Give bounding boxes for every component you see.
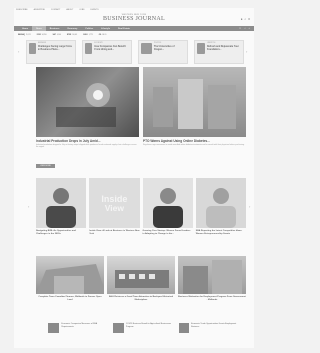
utility-item[interactable]: EVENTS	[91, 9, 99, 11]
chevron-right-icon[interactable]: ›	[249, 204, 250, 209]
strip-card[interactable]: BUSINESS Challenges Facing Large Firms in…	[26, 40, 76, 64]
ticker-item: NASDAQ 15,121	[18, 34, 31, 36]
featured-title[interactable]: PTO Warns Against Using Online Diabetes.…	[143, 139, 246, 143]
strip-thumbnail	[197, 43, 205, 54]
small-caption: Economic Companion Measures of SBA Requi…	[61, 323, 97, 328]
featured-image	[143, 67, 246, 137]
featured-image	[36, 67, 139, 137]
chevron-left-icon[interactable]: ‹	[18, 49, 19, 54]
ticker-item: GOLD 1,773	[83, 34, 93, 36]
user-icon[interactable]: ☺	[239, 27, 242, 30]
carousel-card[interactable]: SBA Reporting the Latest Competitive Ide…	[195, 178, 246, 248]
small-caption: Economic Trade Opportunities Grants Empl…	[191, 323, 237, 328]
story-image	[107, 256, 175, 294]
person-photo	[195, 178, 246, 228]
search-icon[interactable]: ⌕	[249, 27, 250, 30]
story-caption: Complete Town Canadian Finance, Midlands…	[38, 296, 102, 301]
strip-title: How Companies Can Benefit From Hiring an…	[94, 45, 126, 51]
market-ticker: NASDAQ 15,121 DOW 34,290 S&P 4,566 NYSE 16,0…	[14, 33, 254, 37]
featured-article[interactable]: Industrial Production Drops in July Amid…	[36, 67, 139, 157]
featured-title[interactable]: Industrial Production Drops in July Amid…	[36, 139, 139, 143]
inside-view-word2: View	[104, 202, 124, 213]
utility-item[interactable]: ADVERTISE	[34, 9, 45, 11]
nav-item-economy[interactable]: Economy	[64, 26, 82, 31]
strip-title: Challenges Facing Large Firms in Busines…	[37, 45, 72, 51]
nav-item-realestate[interactable]: Real Estate	[114, 26, 134, 31]
story-caption: B&H Retrieves a Good Town Attraction to …	[108, 296, 174, 301]
nav-item-news[interactable]: News	[32, 26, 46, 31]
small-stories: Economic Companion Measures of SBA Requi…	[48, 323, 238, 343]
story-image	[178, 256, 246, 294]
masthead-logo: BUSINESS JOURNAL	[103, 16, 165, 22]
user-icon[interactable]: ●	[241, 17, 243, 21]
story-caption: Business Motivation for Employment Progr…	[178, 296, 246, 301]
menu-icon[interactable]: ≡	[248, 17, 250, 21]
strip-title: Refresh and Rejuvenate Your Foundation..…	[206, 45, 239, 51]
small-story[interactable]: COVID Business Benefit in Agricultural B…	[113, 323, 172, 343]
utility-item[interactable]: SUBSCRIBE	[16, 9, 28, 11]
carousel-card[interactable]: Navigating B2B: An Opportunities and Cha…	[36, 178, 87, 248]
nav-item-business[interactable]: Business	[46, 26, 64, 31]
nav-item-lifestyle[interactable]: Lifestyle	[97, 26, 114, 31]
ticker-item: OIL 84.20	[98, 34, 107, 36]
featured-description: Industrial production dropped in July as…	[36, 144, 137, 149]
small-story[interactable]: Economic Trade Opportunities Grants Empl…	[178, 323, 238, 343]
carousel-card[interactable]: Inside View Inside View: A Look at Busin…	[89, 178, 140, 248]
carousel-caption: Navigating B2B: An Opportunities and Cha…	[36, 230, 76, 235]
strip-card[interactable]: LIFESTYLE Refresh and Rejuvenate Your Fou…	[194, 40, 244, 64]
small-caption: COVID Business Benefit in Agricultural B…	[125, 323, 171, 328]
strip-card[interactable]: ECONOMY How Companies Can Benefit From Hi…	[82, 40, 132, 64]
people-carousel: Navigating B2B: An Opportunities and Cha…	[36, 178, 246, 248]
header-icons: ● ⌕ ≡	[241, 17, 250, 21]
carousel-caption: SBA Reporting the Latest Competitive Ide…	[195, 230, 243, 235]
main-nav: Home News Business Economy Politics Life…	[14, 26, 254, 31]
featured-description: Regulators urge consumers to avoid unver…	[143, 144, 245, 146]
page: SUBSCRIBE ADVERTISE CONTACT ABOUT JOBS E…	[14, 8, 254, 348]
strip-thumbnail	[141, 43, 152, 54]
ticker-item: DOW 34,290	[36, 34, 47, 36]
chevron-right-icon[interactable]: ›	[246, 49, 247, 54]
small-thumbnail	[178, 323, 190, 333]
chevron-left-icon[interactable]: ‹	[28, 204, 29, 209]
inside-view-tile: Inside View	[89, 178, 140, 228]
story-card[interactable]: B&H Retrieves a Good Town Attraction to …	[107, 256, 175, 316]
utility-item[interactable]: JOBS	[79, 9, 84, 11]
inside-view-word1: Inside	[101, 193, 128, 204]
person-photo	[142, 178, 193, 228]
utility-item[interactable]: CONTACT	[51, 9, 61, 11]
bell-icon[interactable]: ♪	[244, 27, 245, 30]
ticker-item: NYSE 16,003	[66, 34, 78, 36]
story-card[interactable]: Complete Town Canadian Finance, Midlands…	[36, 256, 104, 316]
small-thumbnail	[113, 323, 124, 333]
strip-thumbnail	[29, 43, 36, 54]
view-more-button[interactable]: VIEW MORE	[36, 164, 55, 168]
building-stories: Complete Town Canadian Finance, Midlands…	[36, 256, 246, 316]
utility-item[interactable]: ABOUT	[66, 9, 73, 11]
ticker-item: S&P 4,566	[52, 34, 61, 36]
small-story[interactable]: Economic Companion Measures of SBA Requi…	[48, 323, 107, 343]
nav-item-home[interactable]: Home	[18, 26, 32, 31]
person-photo	[36, 178, 87, 228]
utility-bar: SUBSCRIBE ADVERTISE CONTACT ABOUT JOBS E…	[14, 8, 254, 12]
top-story-strip: BUSINESS Challenges Facing Large Firms in…	[26, 40, 244, 64]
story-card[interactable]: Business Motivation for Employment Progr…	[178, 256, 246, 316]
small-thumbnail	[48, 323, 60, 333]
strip-title: The Universities of Oregon...	[153, 45, 175, 51]
strip-thumbnail	[85, 43, 93, 54]
featured-article[interactable]: PTO Warns Against Using Online Diabetes.…	[143, 67, 246, 157]
carousel-card[interactable]: Growing Your Startup: Women Found Leader…	[142, 178, 193, 248]
search-icon[interactable]: ⌕	[245, 17, 247, 21]
strip-card[interactable]: POLITICS The Universities of Oregon...	[138, 40, 188, 64]
story-image	[36, 256, 104, 294]
carousel-caption: Growing Your Startup: Women Found Leader…	[142, 230, 191, 235]
nav-item-politics[interactable]: Politics	[81, 26, 97, 31]
masthead[interactable]: WESTERN NEW YORK BUSINESS JOURNAL	[14, 13, 254, 25]
carousel-caption: Inside View: A Look at Business in Weste…	[89, 230, 140, 235]
